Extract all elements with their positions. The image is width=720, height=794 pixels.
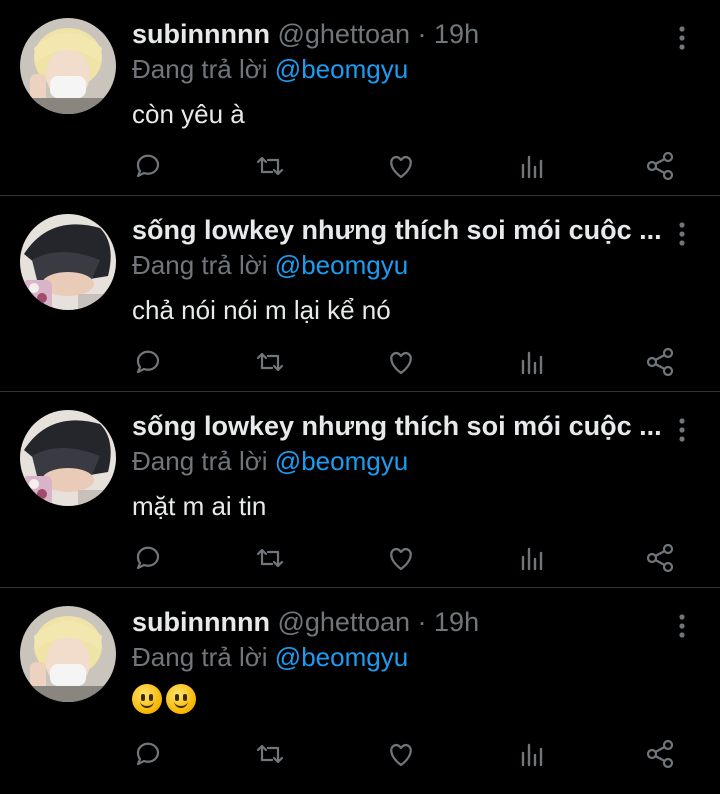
slightly-smiling-face-icon bbox=[132, 684, 162, 714]
display-name[interactable]: subinnnnn bbox=[132, 607, 270, 637]
tweet[interactable]: subinnnnn @ghettoan · 19h Đang trả lời @… bbox=[0, 588, 720, 794]
more-options-icon[interactable] bbox=[672, 220, 692, 248]
analytics-icon[interactable] bbox=[516, 150, 548, 182]
analytics-icon[interactable] bbox=[516, 346, 548, 378]
user-handle[interactable]: @ghettoan bbox=[277, 19, 410, 49]
share-icon[interactable] bbox=[644, 542, 676, 574]
tweet-actions bbox=[132, 346, 692, 382]
tweet-text: mặt m ai tin bbox=[132, 491, 267, 521]
tweet-emojis bbox=[132, 684, 660, 714]
tweet-header: subinnnnn @ghettoan · 19h bbox=[132, 604, 660, 640]
tweet-actions bbox=[132, 150, 692, 186]
blonde-masked-avatar bbox=[20, 606, 116, 702]
dark-hair-avatar bbox=[20, 410, 116, 506]
analytics-icon[interactable] bbox=[516, 542, 548, 574]
reply-context: Đang trả lời @beomgyu bbox=[132, 248, 660, 282]
mention-link[interactable]: @beomgyu bbox=[275, 54, 408, 84]
reply-feed: subinnnnn @ghettoan · 19h Đang trả lời @… bbox=[0, 0, 720, 794]
display-name[interactable]: sống lowkey nhưng thích soi mói cuộc ... bbox=[132, 411, 660, 441]
timestamp[interactable]: 19h bbox=[434, 19, 479, 49]
avatar[interactable] bbox=[20, 18, 116, 114]
avatar[interactable] bbox=[20, 410, 116, 506]
tweet-header: sống lowkey nhưng thích soi mói cuộc ... bbox=[132, 408, 660, 444]
tweet[interactable]: subinnnnn @ghettoan · 19h Đang trả lời @… bbox=[0, 0, 720, 196]
share-icon[interactable] bbox=[644, 346, 676, 378]
mention-link[interactable]: @beomgyu bbox=[275, 250, 408, 280]
share-icon[interactable] bbox=[644, 738, 676, 770]
avatar[interactable] bbox=[20, 606, 116, 702]
retweet-icon[interactable] bbox=[254, 150, 286, 182]
tweet[interactable]: sống lowkey nhưng thích soi mói cuộc ...… bbox=[0, 196, 720, 392]
share-icon[interactable] bbox=[644, 150, 676, 182]
dark-hair-avatar bbox=[20, 214, 116, 310]
reply-icon[interactable] bbox=[132, 150, 164, 182]
tweet-actions bbox=[132, 542, 692, 578]
reply-prefix: Đang trả lời bbox=[132, 642, 268, 672]
slightly-smiling-face-icon bbox=[166, 684, 196, 714]
more-options-icon[interactable] bbox=[672, 416, 692, 444]
reply-context: Đang trả lời @beomgyu bbox=[132, 640, 660, 674]
timestamp[interactable]: 19h bbox=[434, 607, 479, 637]
like-icon[interactable] bbox=[385, 542, 417, 574]
more-options-icon[interactable] bbox=[672, 612, 692, 640]
like-icon[interactable] bbox=[385, 738, 417, 770]
reply-icon[interactable] bbox=[132, 738, 164, 770]
retweet-icon[interactable] bbox=[254, 346, 286, 378]
like-icon[interactable] bbox=[385, 150, 417, 182]
reply-prefix: Đang trả lời bbox=[132, 54, 268, 84]
reply-icon[interactable] bbox=[132, 542, 164, 574]
tweet[interactable]: sống lowkey nhưng thích soi mói cuộc ...… bbox=[0, 392, 720, 588]
reply-icon[interactable] bbox=[132, 346, 164, 378]
tweet-actions bbox=[132, 738, 692, 774]
display-name[interactable]: sống lowkey nhưng thích soi mói cuộc ... bbox=[132, 215, 660, 245]
user-handle[interactable]: @ghettoan bbox=[277, 607, 410, 637]
like-icon[interactable] bbox=[385, 346, 417, 378]
avatar[interactable] bbox=[20, 214, 116, 310]
display-name[interactable]: subinnnnn bbox=[132, 19, 270, 49]
tweet-text: còn yêu à bbox=[132, 99, 245, 129]
reply-context: Đang trả lời @beomgyu bbox=[132, 52, 660, 86]
mention-link[interactable]: @beomgyu bbox=[275, 446, 408, 476]
separator-dot: · bbox=[417, 19, 427, 49]
tweet-text: chả nói nói m lại kể nó bbox=[132, 295, 391, 325]
reply-prefix: Đang trả lời bbox=[132, 250, 268, 280]
retweet-icon[interactable] bbox=[254, 542, 286, 574]
analytics-icon[interactable] bbox=[516, 738, 548, 770]
reply-context: Đang trả lời @beomgyu bbox=[132, 444, 660, 478]
reply-prefix: Đang trả lời bbox=[132, 446, 268, 476]
tweet-header: sống lowkey nhưng thích soi mói cuộc ... bbox=[132, 212, 660, 248]
blonde-masked-avatar bbox=[20, 18, 116, 114]
tweet-header: subinnnnn @ghettoan · 19h bbox=[132, 16, 660, 52]
mention-link[interactable]: @beomgyu bbox=[275, 642, 408, 672]
more-options-icon[interactable] bbox=[672, 24, 692, 52]
separator-dot: · bbox=[417, 607, 427, 637]
retweet-icon[interactable] bbox=[254, 738, 286, 770]
